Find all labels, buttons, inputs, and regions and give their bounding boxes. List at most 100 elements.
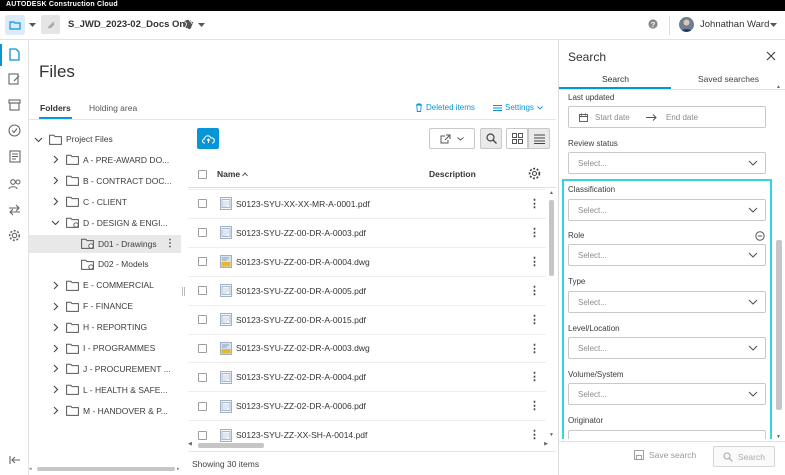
file-name[interactable]: S0123-SYU-ZZ-00-DR-A-0005.pdf: [236, 286, 366, 296]
description-column-header[interactable]: Description: [429, 169, 476, 179]
members-nav-button[interactable]: [7, 176, 22, 191]
grid-view-button[interactable]: [506, 128, 528, 149]
row-checkbox[interactable]: [198, 257, 207, 267]
file-name[interactable]: S0123-SYU-ZZ-00-DR-A-0004.dwg: [236, 257, 370, 267]
row-more-icon[interactable]: ⋮: [529, 343, 540, 355]
user-caret-icon[interactable]: [770, 23, 777, 28]
table-row[interactable]: S0123-SYU-ZZ-00-DR-A-0015.pdf ⋮: [188, 304, 546, 334]
reports-nav-button[interactable]: [7, 149, 22, 164]
folder-tree-item[interactable]: F - FINANCE: [51, 297, 133, 315]
transmittals-nav-button[interactable]: [7, 97, 22, 112]
reviews-nav-button[interactable]: [7, 123, 22, 138]
folder-tree-item[interactable]: B - CONTRACT DOC...: [51, 172, 172, 190]
type-select[interactable]: Select...: [568, 291, 766, 313]
table-row[interactable]: S0123-SYU-XX-XX-MR-A-0001.pdf ⋮: [188, 189, 546, 218]
file-name[interactable]: S0123-SYU-ZZ-00-DR-A-0015.pdf: [236, 315, 366, 325]
folder-tree-item[interactable]: Project Files: [34, 130, 113, 148]
files-nav-button[interactable]: [7, 47, 22, 62]
chevron-right-icon[interactable]: [51, 344, 60, 353]
settings-nav-button[interactable]: [7, 228, 22, 243]
folder-tree-item[interactable]: C - CLIENT: [51, 193, 127, 211]
project-caret-icon[interactable]: [198, 23, 205, 28]
module-switcher-button[interactable]: [5, 15, 25, 35]
chevron-down-icon[interactable]: [51, 218, 60, 227]
classification-select[interactable]: Select...: [568, 199, 766, 221]
user-name[interactable]: Johnathan Ward: [700, 19, 769, 30]
name-column-header[interactable]: Name: [217, 169, 249, 179]
search-panel-scrollbar[interactable]: ▲ ▼: [775, 84, 783, 440]
tab-search[interactable]: Search: [602, 74, 629, 84]
table-row[interactable]: S0123-SYU-ZZ-02-DR-A-0003.dwg ⋮: [188, 333, 546, 363]
row-more-icon[interactable]: ⋮: [529, 371, 540, 383]
close-icon[interactable]: [766, 51, 776, 61]
folder-tree-item[interactable]: D01 - Drawings ⋮: [29, 234, 181, 253]
level-location-select[interactable]: Select...: [568, 337, 766, 359]
table-row[interactable]: S0123-SYU-ZZ-00-DR-A-0005.pdf ⋮: [188, 275, 546, 305]
folder-tree-item[interactable]: D - DESIGN & ENGI...: [51, 214, 168, 232]
search-toggle-button[interactable]: [480, 128, 502, 149]
file-name[interactable]: S0123-SYU-ZZ-00-DR-A-0003.pdf: [236, 228, 366, 238]
row-more-icon[interactable]: ⋮: [529, 314, 540, 326]
row-checkbox[interactable]: [198, 401, 207, 411]
upload-button[interactable]: [197, 128, 219, 149]
list-view-button[interactable]: [528, 128, 550, 149]
exchanges-nav-button[interactable]: [7, 202, 22, 217]
share-export-button[interactable]: [429, 128, 475, 149]
role-select[interactable]: Select...: [568, 244, 766, 266]
tree-horizontal-scrollbar[interactable]: ◂ ▸: [29, 466, 181, 472]
select-all-checkbox[interactable]: [198, 170, 207, 179]
settings-button[interactable]: Settings: [493, 103, 543, 112]
row-checkbox[interactable]: [198, 286, 207, 296]
chevron-right-icon[interactable]: [51, 385, 60, 394]
module-caret-icon[interactable]: [29, 23, 36, 28]
row-checkbox[interactable]: [198, 372, 207, 382]
row-more-icon[interactable]: ⋮: [529, 429, 540, 441]
chevron-right-icon[interactable]: [51, 197, 60, 206]
save-search-button[interactable]: Save search: [634, 450, 696, 460]
tab-holding-area[interactable]: Holding area: [89, 103, 137, 113]
file-list-horizontal-scrollbar[interactable]: ◀ ▶: [188, 441, 548, 449]
chevron-right-icon[interactable]: [51, 281, 60, 290]
file-list-vertical-scrollbar[interactable]: ▲ ▼: [548, 190, 556, 438]
folder-tree-item[interactable]: I - PROGRAMMES: [51, 339, 155, 357]
sheets-nav-button[interactable]: [7, 71, 22, 86]
row-more-icon[interactable]: ⋮: [529, 227, 540, 239]
table-row[interactable]: S0123-SYU-ZZ-00-DR-A-0003.pdf ⋮: [188, 217, 546, 247]
folder-tree-item[interactable]: A - PRE-AWARD DO...: [51, 151, 169, 169]
column-settings-icon[interactable]: [528, 167, 541, 180]
folder-tree-item[interactable]: H - REPORTING: [51, 318, 147, 336]
row-more-icon[interactable]: ⋮: [529, 256, 540, 268]
folder-tree-item[interactable]: D02 - Models: [66, 255, 149, 273]
chevron-right-icon[interactable]: [51, 323, 60, 332]
review-status-select[interactable]: Select...: [568, 152, 766, 174]
start-date-input[interactable]: Start date: [595, 113, 630, 122]
tab-folders[interactable]: Folders: [40, 103, 71, 113]
chevron-right-icon[interactable]: [51, 406, 60, 415]
file-name[interactable]: S0123-SYU-ZZ-02-DR-A-0003.dwg: [236, 343, 370, 353]
chevron-right-icon[interactable]: [51, 364, 60, 373]
date-range-field[interactable]: Start date End date: [568, 106, 766, 128]
tab-saved-searches[interactable]: Saved searches: [698, 74, 759, 84]
row-more-icon[interactable]: ⋮: [529, 400, 540, 412]
file-name[interactable]: S0123-SYU-ZZ-XX-SH-A-0014.pdf: [236, 430, 367, 440]
end-date-input[interactable]: End date: [666, 113, 698, 122]
row-checkbox[interactable]: [198, 430, 207, 440]
remove-field-icon[interactable]: [755, 231, 765, 241]
chevron-down-icon[interactable]: [34, 135, 43, 144]
folder-tree-item[interactable]: E - COMMERCIAL: [51, 276, 154, 294]
chevron-right-icon[interactable]: [51, 176, 60, 185]
folder-tree-item[interactable]: J - PROCUREMENT ...: [51, 360, 171, 378]
table-row[interactable]: S0123-SYU-ZZ-02-DR-A-0006.pdf ⋮: [188, 391, 546, 420]
row-checkbox[interactable]: [198, 199, 207, 209]
file-name[interactable]: S0123-SYU-ZZ-02-DR-A-0004.pdf: [236, 372, 366, 382]
collapse-rail-button[interactable]: [7, 452, 22, 467]
folder-more-icon[interactable]: ⋮: [165, 238, 175, 250]
volume-system-select[interactable]: Select...: [568, 383, 766, 405]
user-avatar[interactable]: [679, 17, 694, 32]
row-more-icon[interactable]: ⋮: [529, 285, 540, 297]
search-submit-button[interactable]: Search: [713, 446, 775, 467]
table-row[interactable]: S0123-SYU-ZZ-00-DR-A-0004.dwg ⋮: [188, 246, 546, 276]
file-name[interactable]: S0123-SYU-ZZ-02-DR-A-0006.pdf: [236, 401, 366, 411]
folder-tree-item[interactable]: L - HEALTH & SAFE...: [51, 381, 168, 399]
row-more-icon[interactable]: ⋮: [529, 198, 540, 210]
